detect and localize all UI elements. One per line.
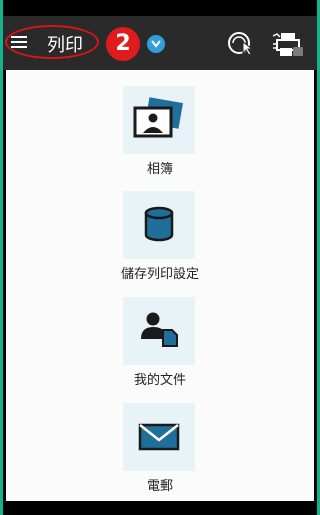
step-number-badge: 2 [106,27,140,61]
saved-settings-icon [123,191,195,259]
status-bar [3,0,317,16]
chevron-down-icon[interactable] [147,35,165,53]
menu-item-photo-album[interactable]: 相簿 [6,86,314,186]
menu-item-my-documents[interactable]: 我的文件 [6,297,314,397]
app-window: 列印 2 相簿 儲存列印設定 我的文件 電郵 [3,0,317,515]
touch-connect-icon[interactable] [225,28,257,60]
menu-item-label: 儲存列印設定 [120,267,199,282]
app-header: 列印 2 [3,16,317,70]
menu-item-label: 我的文件 [133,373,186,388]
photo-album-icon [123,86,195,154]
hamburger-menu-icon[interactable] [9,33,31,51]
printer-icon[interactable] [271,28,303,60]
email-icon [123,403,195,471]
page-title: 列印 [47,35,83,56]
bottom-bar [3,501,317,515]
menu-item-label: 電郵 [146,479,173,494]
my-documents-icon [123,297,195,365]
menu-item-saved-settings[interactable]: 儲存列印設定 [6,191,314,291]
menu-item-email[interactable]: 電郵 [6,403,314,503]
menu-list: 相簿 儲存列印設定 我的文件 電郵 [6,70,314,501]
menu-item-label: 相簿 [146,162,173,177]
